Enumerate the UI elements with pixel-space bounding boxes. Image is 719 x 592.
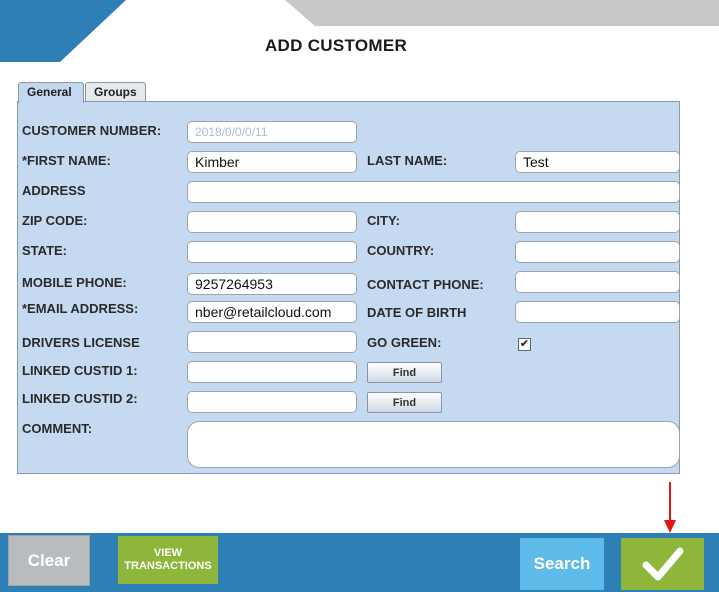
city-label: CITY: — [367, 213, 400, 228]
drivers-license-label: DRIVERS LICENSE — [22, 335, 140, 350]
go-green-checkbox[interactable]: ✔ — [518, 338, 531, 351]
drivers-license-field[interactable] — [187, 331, 357, 353]
contact-phone-label: CONTACT PHONE: — [367, 277, 484, 292]
address-field[interactable] — [187, 181, 680, 203]
last-name-label: LAST NAME: — [367, 153, 448, 168]
linked-custid-1-field[interactable] — [187, 361, 357, 383]
state-field[interactable] — [187, 241, 357, 263]
view-transactions-label-line1: VIEW — [153, 547, 183, 559]
first-name-field[interactable] — [187, 151, 357, 173]
bottom-action-bar — [0, 533, 719, 592]
contact-phone-field[interactable] — [515, 271, 680, 293]
view-transactions-label-line2: TRANSACTIONS — [124, 560, 212, 572]
email-address-field[interactable] — [187, 301, 357, 323]
confirm-button[interactable] — [621, 538, 704, 590]
customer-number-field[interactable] — [187, 121, 357, 143]
country-label: COUNTRY: — [367, 243, 435, 258]
first-name-label: *FIRST NAME: — [22, 153, 111, 168]
search-button[interactable]: Search — [520, 538, 604, 590]
date-of-birth-label: DATE OF BIRTH — [367, 305, 467, 320]
mobile-phone-label: MOBILE PHONE: — [22, 275, 127, 290]
find-custid-1-button[interactable]: Find — [367, 362, 442, 383]
email-address-label: *EMAIL ADDRESS: — [22, 301, 139, 316]
header-decoration-right — [285, 0, 719, 26]
date-of-birth-field[interactable] — [515, 301, 680, 323]
mobile-phone-field[interactable] — [187, 273, 357, 295]
go-green-label: GO GREEN: — [367, 335, 442, 350]
comment-label: COMMENT: — [22, 421, 93, 436]
add-customer-screen: ADD CUSTOMER General Groups CUSTOMER NUM… — [0, 0, 719, 592]
tab-general[interactable]: General — [18, 82, 84, 103]
city-field[interactable] — [515, 211, 680, 233]
checkmark-icon — [642, 547, 683, 581]
find-custid-2-button[interactable]: Find — [367, 392, 442, 413]
customer-number-label: CUSTOMER NUMBER: — [22, 123, 162, 138]
zip-code-field[interactable] — [187, 211, 357, 233]
zip-code-label: ZIP CODE: — [22, 213, 88, 228]
comment-field[interactable] — [187, 421, 680, 468]
country-field[interactable] — [515, 241, 680, 263]
linked-custid-2-field[interactable] — [187, 391, 357, 413]
clear-button[interactable]: Clear — [8, 535, 90, 586]
last-name-field[interactable] — [515, 151, 680, 173]
red-arrow-annotation — [664, 482, 676, 533]
linked-custid-2-label: LINKED CUSTID 2: — [22, 391, 138, 406]
view-transactions-button[interactable]: VIEW TRANSACTIONS — [118, 536, 218, 584]
state-label: STATE: — [22, 243, 68, 258]
linked-custid-1-label: LINKED CUSTID 1: — [22, 363, 138, 378]
page-title: ADD CUSTOMER — [264, 36, 408, 55]
tab-groups[interactable]: Groups — [85, 82, 146, 102]
address-label: ADDRESS — [22, 183, 86, 198]
